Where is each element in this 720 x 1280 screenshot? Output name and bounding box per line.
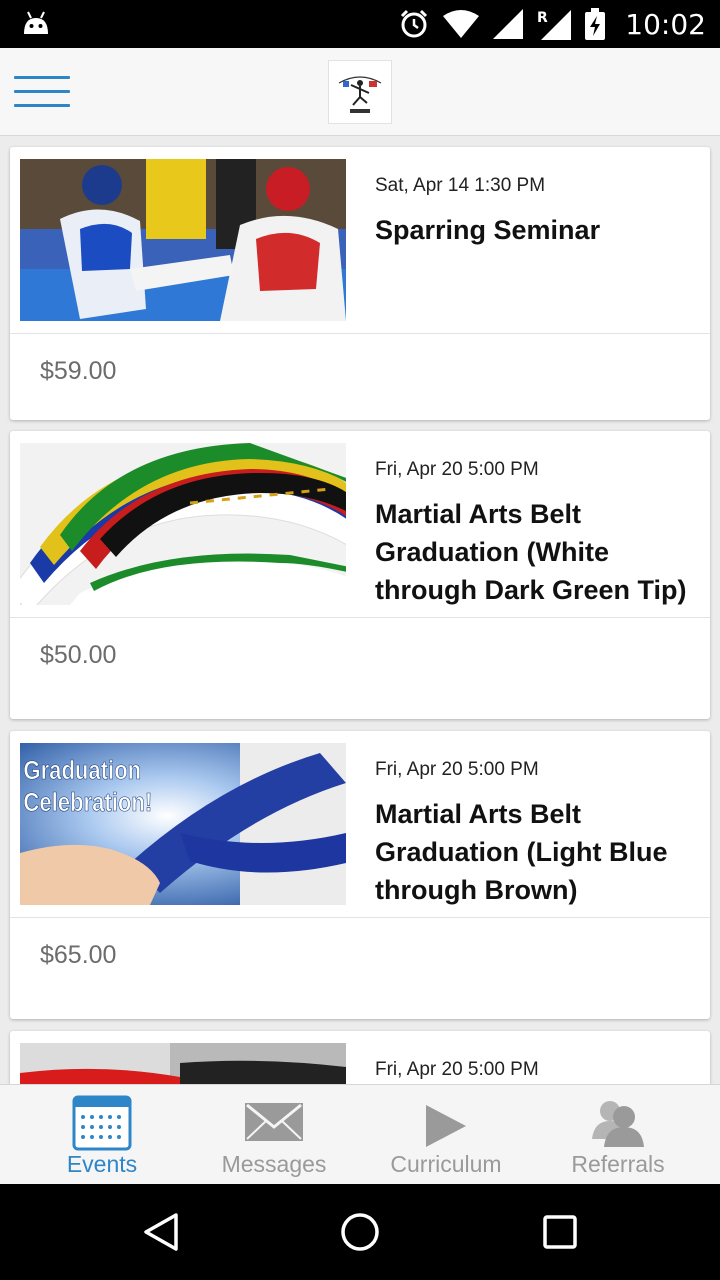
status-bar: R 10:02 xyxy=(0,0,720,48)
event-card[interactable]: Graduation Celebration! Fri, Apr 20 5:00… xyxy=(10,731,710,1019)
event-date: Fri, Apr 20 5:00 PM xyxy=(375,1059,539,1080)
graduation-celebration-photo: Graduation Celebration! xyxy=(20,743,346,905)
battery-charging-icon xyxy=(585,8,606,40)
event-title: Sparring Seminar xyxy=(375,215,601,245)
event-price: $59.00 xyxy=(40,357,117,385)
event-title: Martial Arts Belt Graduation (White thro… xyxy=(375,499,687,605)
calendar-icon xyxy=(72,1095,132,1151)
system-nav-bar xyxy=(0,1184,720,1280)
event-price: $50.00 xyxy=(40,641,117,669)
event-date: Sat, Apr 14 1:30 PM xyxy=(375,175,546,196)
app-bar xyxy=(0,48,720,136)
red-belt-photo xyxy=(20,1043,346,1084)
tab-curriculum[interactable]: Curriculum xyxy=(356,1085,536,1185)
tab-events[interactable]: Events xyxy=(12,1085,192,1185)
signal-icon xyxy=(493,9,524,39)
tab-label: Curriculum xyxy=(390,1151,502,1177)
tab-label: Events xyxy=(66,1151,138,1177)
events-list: Sat, Apr 14 1:30 PM Sparring Seminar $59… xyxy=(0,137,720,1084)
roaming-signal-icon: R xyxy=(537,10,572,40)
belts-photo xyxy=(20,443,346,605)
people-icon xyxy=(592,1101,644,1147)
status-time: 10:02 xyxy=(625,7,706,41)
event-card[interactable]: Sat, Apr 14 1:30 PM Sparring Seminar $59… xyxy=(10,147,710,420)
image-caption: Celebration! xyxy=(23,788,152,817)
event-title: Martial Arts Belt Graduation (Light Blue… xyxy=(375,799,668,905)
image-caption: Graduation xyxy=(23,756,141,785)
tab-label: Referrals xyxy=(571,1151,665,1177)
sparring-photo xyxy=(20,159,346,321)
alarm-icon xyxy=(401,9,428,38)
back-icon[interactable] xyxy=(142,1212,180,1252)
tab-referrals[interactable]: Referrals xyxy=(528,1085,708,1185)
bottom-tab-bar: Events Messages Curriculum Referrals xyxy=(0,1084,720,1184)
tab-messages[interactable]: Messages xyxy=(184,1085,364,1185)
hamburger-menu-icon[interactable] xyxy=(14,74,72,112)
event-price: $65.00 xyxy=(40,941,117,969)
card-divider xyxy=(10,617,710,618)
card-divider xyxy=(10,333,710,334)
event-card[interactable]: Fri, Apr 20 5:00 PM xyxy=(10,1031,710,1084)
wifi-icon xyxy=(443,10,480,38)
home-icon[interactable] xyxy=(340,1212,380,1252)
tab-label: Messages xyxy=(221,1151,327,1177)
card-divider xyxy=(10,917,710,918)
event-date: Fri, Apr 20 5:00 PM xyxy=(375,759,539,780)
envelope-icon xyxy=(245,1103,303,1141)
school-logo[interactable] xyxy=(328,60,392,124)
recents-icon[interactable] xyxy=(542,1212,578,1252)
android-icon xyxy=(24,11,48,34)
event-date: Fri, Apr 20 5:00 PM xyxy=(375,459,539,480)
event-card[interactable]: Fri, Apr 20 5:00 PM Martial Arts Belt Gr… xyxy=(10,431,710,719)
svg-text:R: R xyxy=(537,10,548,26)
play-icon xyxy=(426,1105,466,1147)
